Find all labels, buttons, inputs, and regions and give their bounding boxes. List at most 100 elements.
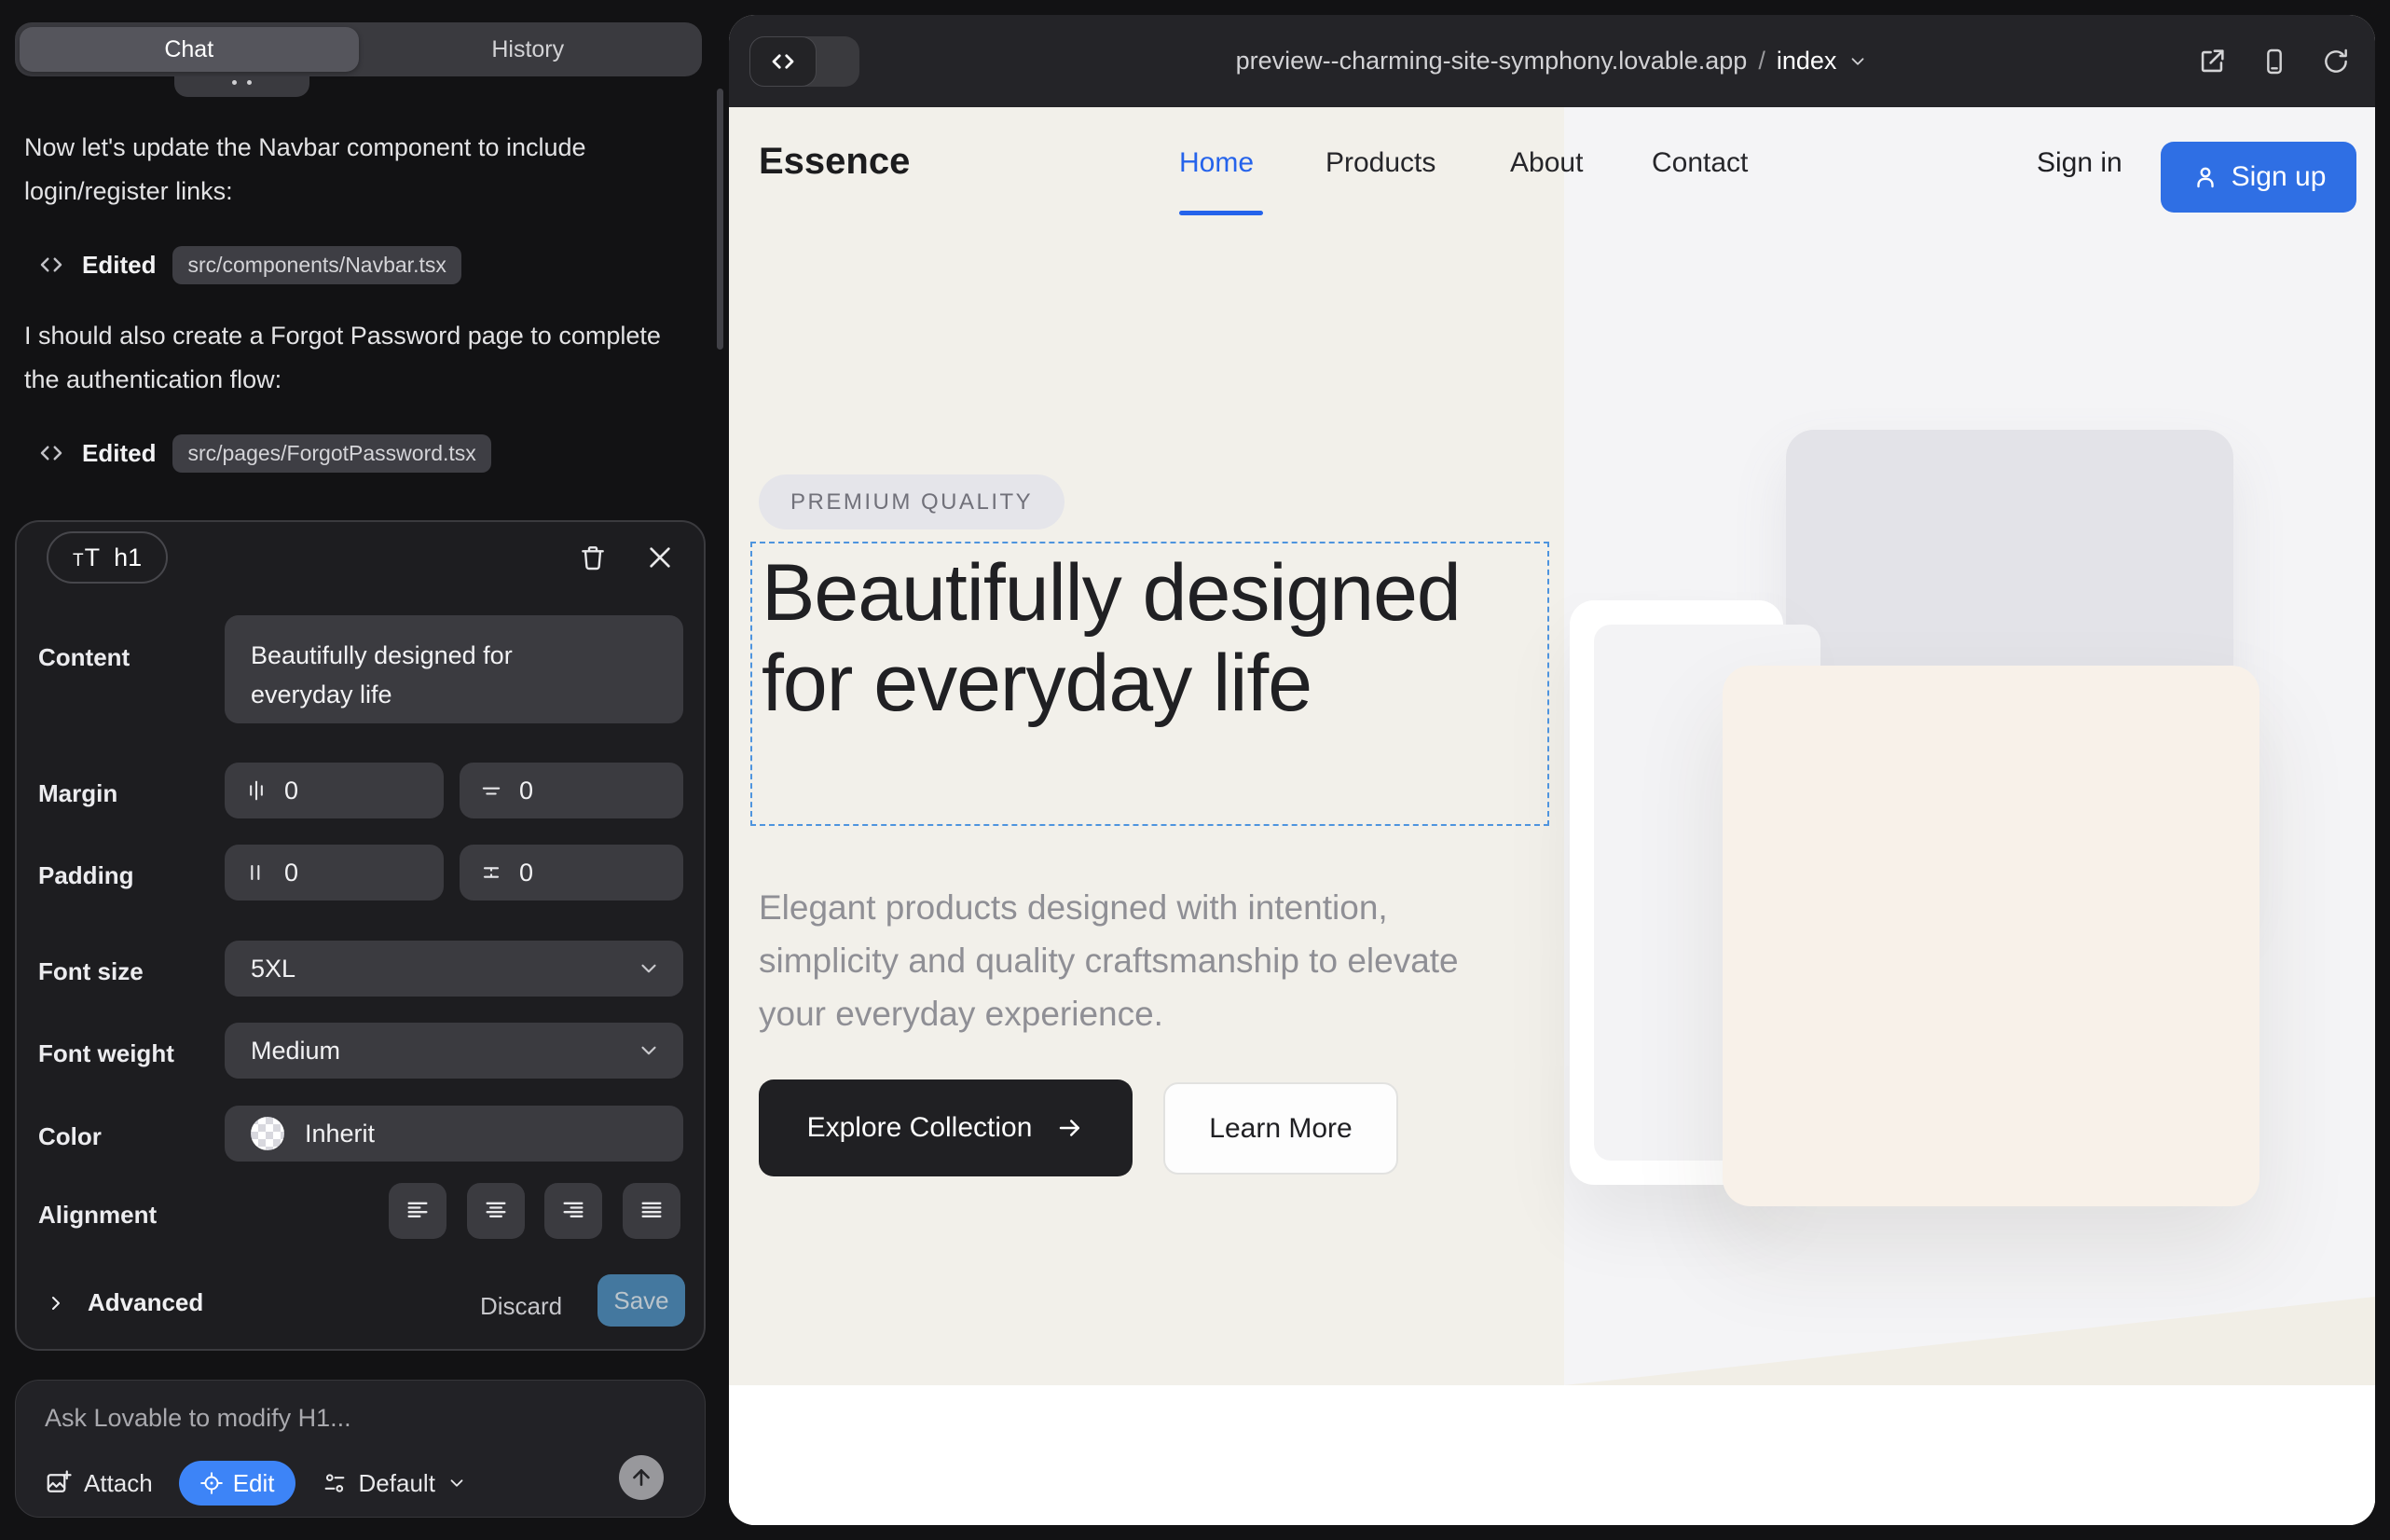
url-bar[interactable]: preview--charming-site-symphony.lovable.… — [729, 15, 2375, 107]
chevron-down-icon — [637, 956, 661, 981]
hero-badge: PREMIUM QUALITY — [759, 474, 1065, 529]
padding-horizontal-value: 0 — [284, 859, 298, 887]
edit-mode-button[interactable]: Edit — [179, 1461, 295, 1506]
preview-chrome: preview--charming-site-symphony.lovable.… — [729, 15, 2375, 107]
margin-vertical-icon — [478, 777, 504, 804]
explore-collection-button[interactable]: Explore Collection — [759, 1079, 1133, 1176]
color-value: Inherit — [305, 1120, 375, 1148]
hero-decor-card-beige — [1723, 666, 2260, 1206]
url-separator: / — [1758, 47, 1765, 76]
edit-target-icon — [199, 1471, 224, 1495]
element-editor-panel: TT h1 Content Beautifully designed for e… — [15, 520, 706, 1351]
alignment-label: Alignment — [38, 1201, 157, 1230]
code-icon — [37, 251, 65, 279]
save-button[interactable]: Save — [598, 1274, 685, 1327]
content-label: Content — [38, 643, 130, 672]
nav-link-products[interactable]: Products — [1325, 147, 1435, 179]
nav-active-underline — [1179, 211, 1263, 215]
margin-label: Margin — [38, 779, 117, 808]
composer-toolbar: Attach Edit Default — [45, 1461, 682, 1506]
chevron-down-icon — [1847, 51, 1868, 72]
type-icon: TT — [73, 543, 101, 572]
mobile-view-icon[interactable] — [2260, 47, 2289, 76]
font-size-select[interactable]: 5XL — [225, 941, 683, 997]
tab-chat[interactable]: Chat — [20, 27, 359, 72]
color-swatch — [251, 1117, 284, 1150]
nav-link-home[interactable]: Home — [1179, 147, 1254, 179]
edit-label: Edit — [233, 1469, 275, 1498]
sign-in-link[interactable]: Sign in — [2037, 147, 2122, 179]
file-chip[interactable]: src/components/Navbar.tsx — [172, 246, 460, 284]
page-name: index — [1777, 47, 1837, 76]
margin-vertical-input[interactable]: 0 — [460, 763, 683, 818]
chevron-down-icon — [637, 1038, 661, 1063]
chevron-down-icon — [446, 1473, 467, 1493]
padding-vertical-icon — [478, 859, 504, 886]
chat-scrollbar[interactable] — [717, 89, 723, 350]
discard-button[interactable]: Discard — [480, 1292, 562, 1321]
delete-element-button[interactable] — [576, 541, 610, 574]
align-right-icon — [560, 1198, 586, 1224]
attach-button[interactable]: Attach — [45, 1469, 153, 1498]
margin-vertical-value: 0 — [519, 777, 533, 805]
padding-label: Padding — [38, 861, 134, 890]
learn-more-button[interactable]: Learn More — [1163, 1082, 1398, 1175]
selected-element-pill[interactable]: TT h1 — [47, 531, 168, 584]
close-editor-button[interactable] — [643, 541, 677, 574]
align-right-button[interactable] — [544, 1183, 602, 1239]
edited-label: Edited — [82, 251, 156, 280]
composer-input[interactable]: Ask Lovable to modify H1... — [45, 1404, 351, 1433]
site-canvas: Essence Home Products About Contact Sign… — [729, 107, 2375, 1525]
font-weight-label: Font weight — [38, 1039, 174, 1068]
chat-message: I should also create a Forgot Password p… — [24, 314, 681, 402]
padding-horizontal-input[interactable]: 0 — [225, 845, 444, 901]
sliders-icon — [322, 1470, 348, 1496]
file-chip[interactable]: src/pages/ForgotPassword.tsx — [172, 434, 490, 473]
mode-selector[interactable]: Default — [322, 1469, 467, 1498]
advanced-toggle[interactable]: Advanced — [45, 1288, 203, 1317]
tab-history[interactable]: History — [359, 27, 698, 72]
chat-composer[interactable]: Ask Lovable to modify H1... Attach Edit … — [15, 1380, 706, 1518]
sign-up-label: Sign up — [2232, 161, 2327, 193]
chat-history-tabbar: Chat History — [15, 22, 702, 76]
sign-up-button[interactable]: Sign up — [2161, 142, 2356, 213]
code-icon — [37, 439, 65, 467]
font-size-label: Font size — [38, 957, 144, 986]
send-button[interactable] — [619, 1455, 664, 1500]
align-left-button[interactable] — [389, 1183, 446, 1239]
hero-headline[interactable]: Beautifully designed for everyday life — [762, 548, 1563, 729]
chrome-actions — [2196, 15, 2351, 107]
color-label: Color — [38, 1122, 102, 1151]
margin-horizontal-value: 0 — [284, 777, 298, 805]
explore-collection-label: Explore Collection — [807, 1112, 1033, 1144]
arrow-right-icon — [1056, 1114, 1084, 1142]
site-section-below-hero — [729, 1385, 2375, 1525]
align-center-button[interactable] — [467, 1183, 525, 1239]
advanced-label: Advanced — [88, 1288, 203, 1317]
color-select[interactable]: Inherit — [225, 1106, 683, 1162]
content-textarea[interactable]: Beautifully designed for everyday life — [225, 615, 683, 723]
align-justify-icon — [639, 1198, 665, 1224]
scrolled-chip-partial — [174, 76, 309, 97]
hero-description: Elegant products designed with intention… — [759, 881, 1514, 1040]
nav-link-contact[interactable]: Contact — [1652, 147, 1748, 179]
site-logo[interactable]: Essence — [759, 141, 910, 183]
padding-vertical-value: 0 — [519, 859, 533, 887]
nav-link-about[interactable]: About — [1510, 147, 1583, 179]
user-icon — [2191, 163, 2219, 191]
margin-horizontal-input[interactable]: 0 — [225, 763, 444, 818]
dot — [232, 80, 237, 85]
trash-icon — [578, 543, 608, 572]
mode-label: Default — [359, 1469, 435, 1498]
padding-vertical-input[interactable]: 0 — [460, 845, 683, 901]
align-justify-button[interactable] — [623, 1183, 680, 1239]
lovable-app: Chat History Now let's update the Navbar… — [0, 0, 2390, 1540]
attach-label: Attach — [84, 1469, 153, 1498]
font-weight-select[interactable]: Medium — [225, 1023, 683, 1079]
align-center-icon — [483, 1198, 509, 1224]
padding-horizontal-icon — [243, 859, 269, 886]
element-tag: h1 — [114, 543, 142, 572]
open-external-icon[interactable] — [2196, 46, 2228, 77]
refresh-icon[interactable] — [2321, 47, 2351, 76]
font-weight-value: Medium — [251, 1037, 340, 1066]
